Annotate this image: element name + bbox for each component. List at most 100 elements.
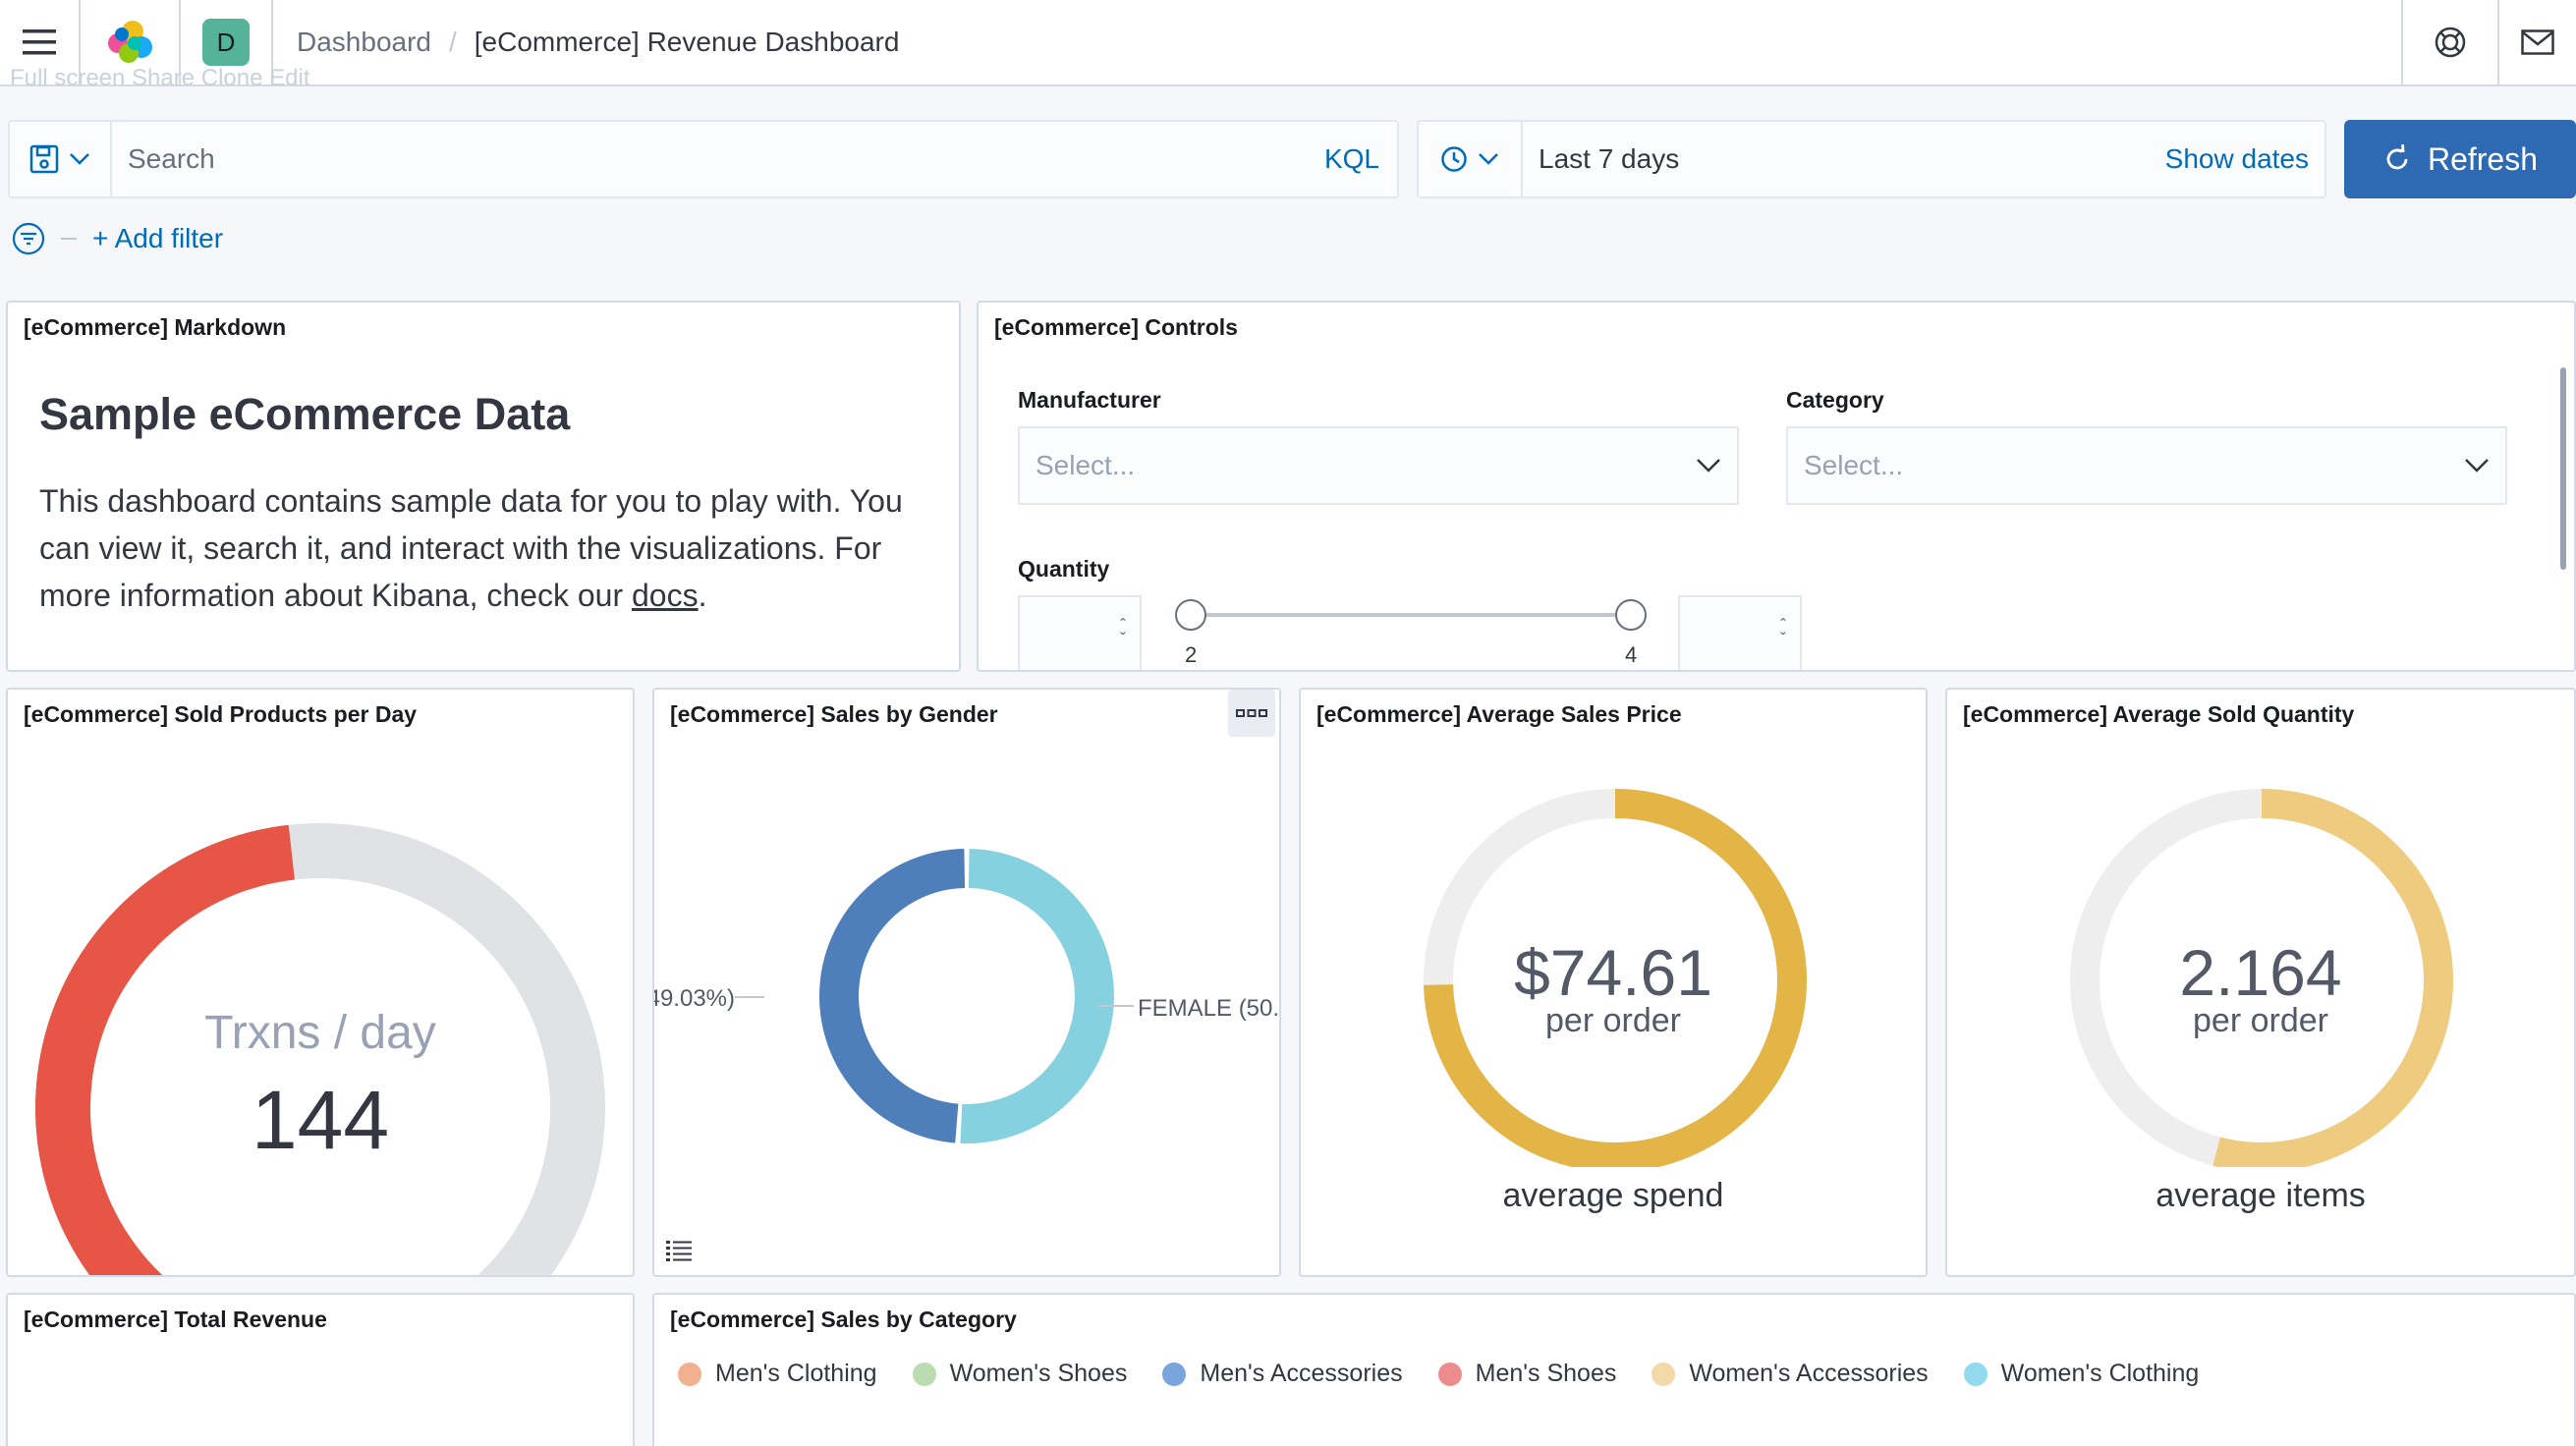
manufacturer-select[interactable]: Select...: [1018, 426, 1739, 505]
quick-select-button[interactable]: [1419, 122, 1523, 196]
chevron-down-icon: [1479, 153, 1498, 165]
slider-max-tick: 4: [1625, 642, 1638, 667]
legend-dot-icon: [912, 1362, 936, 1386]
breadcrumb-separator: /: [448, 27, 457, 57]
panel-scrollbar[interactable]: [2560, 367, 2566, 570]
panel-title: [eCommerce] Sales by Gender: [670, 701, 998, 727]
legend-item[interactable]: Women's Shoes: [912, 1360, 1128, 1388]
legend-item[interactable]: Men's Shoes: [1437, 1360, 1617, 1388]
legend-dot-icon: [1652, 1362, 1676, 1386]
hamburger-icon: [23, 29, 56, 55]
markdown-heading: Sample eCommerce Data: [39, 389, 571, 439]
newsfeed-button[interactable]: [2499, 0, 2576, 84]
avg-sales-price-panel: [eCommerce] Average Sales Price $74.61 p…: [1299, 688, 1928, 1277]
refresh-button[interactable]: Refresh: [2344, 120, 2576, 198]
help-button[interactable]: [2403, 0, 2497, 84]
legend-dot-icon: [1162, 1362, 1187, 1386]
panel-title: [eCommerce] Average Sold Quantity: [1963, 701, 2355, 727]
gauge-fill: [35, 824, 295, 1275]
legend-item[interactable]: Women's Accessories: [1652, 1360, 1929, 1388]
category-select[interactable]: Select...: [1786, 426, 2507, 505]
panel-title: [eCommerce] Sold Products per Day: [24, 701, 418, 727]
markdown-body: This dashboard contains sample data for …: [39, 477, 943, 619]
search-input[interactable]: [112, 122, 1307, 196]
markdown-panel: [eCommerce] Markdown Sample eCommerce Da…: [6, 301, 961, 672]
help-lifebuoy-icon: [2435, 27, 2466, 58]
chevron-down-icon: [1697, 459, 1720, 473]
ring-value: 2.164: [2179, 936, 2342, 1009]
show-dates-button[interactable]: Show dates: [2165, 143, 2324, 175]
chevron-down-icon: [70, 153, 89, 165]
legend-label: Men's Clothing: [715, 1360, 877, 1387]
legend-toggle-icon[interactable]: [666, 1240, 692, 1261]
legend-label: Women's Shoes: [949, 1360, 1128, 1387]
panel-title: [eCommerce] Sales by Category: [670, 1307, 1017, 1332]
markdown-text: This dashboard contains sample data for …: [39, 483, 903, 613]
sales-by-gender-panel: [eCommerce] Sales by Gender MALE (49.03%…: [652, 688, 1281, 1277]
gauge-value: 144: [251, 1074, 390, 1166]
quantity-min-input[interactable]: ˆˇ: [1018, 595, 1142, 670]
panel-options-button[interactable]: [1228, 690, 1275, 737]
total-revenue-panel: [eCommerce] Total Revenue: [6, 1293, 635, 1446]
sales-by-category-panel: [eCommerce] Sales by Category Men's Clot…: [652, 1293, 2576, 1446]
query-language-button[interactable]: KQL: [1307, 143, 1397, 175]
refresh-icon: [2386, 144, 2408, 170]
chevron-down-icon: [2465, 459, 2489, 473]
gauge-label: Trxns / day: [204, 1007, 436, 1059]
query-bar: KQL: [8, 120, 1399, 198]
sold-products-panel: [eCommerce] Sold Products per Day Trxns …: [6, 688, 635, 1277]
top-nav-menu[interactable]: Full screen Share Clone Edit: [10, 65, 309, 88]
quantity-label: Quantity: [1018, 556, 1110, 582]
date-picker: Last 7 days Show dates: [1417, 120, 2326, 198]
controls-panel: [eCommerce] Controls Manufacturer Select…: [977, 301, 2576, 672]
filter-divider: [61, 238, 77, 240]
breadcrumb-dashboard-link[interactable]: Dashboard: [297, 27, 431, 58]
mail-icon: [2521, 29, 2554, 55]
legend-item[interactable]: Men's Accessories: [1162, 1360, 1403, 1388]
quantity-max-input[interactable]: ˆˇ: [1678, 595, 1802, 670]
quantity-slider-min-handle[interactable]: [1175, 599, 1206, 631]
legend-item[interactable]: Men's Clothing: [678, 1360, 877, 1388]
ring-sub: per order: [2193, 1002, 2328, 1039]
ring-sub: per order: [1545, 1002, 1681, 1039]
legend-dot-icon: [1437, 1362, 1462, 1386]
space-avatar: D: [202, 19, 250, 66]
manufacturer-placeholder: Select...: [1036, 450, 1136, 480]
ring-caption: average spend: [1502, 1177, 1724, 1214]
avg-sold-quantity-panel: [eCommerce] Average Sold Quantity 2.164 …: [1945, 688, 2576, 1277]
female-slice[interactable]: [960, 849, 1114, 1143]
panel-title: [eCommerce] Average Sales Price: [1316, 701, 1682, 727]
breadcrumb: Dashboard / [eCommerce] Revenue Dashboar…: [297, 0, 899, 84]
save-icon: [29, 144, 59, 174]
markdown-end: .: [698, 578, 707, 613]
filter-bar: + Add filter: [12, 218, 223, 259]
filter-menu-icon[interactable]: [12, 222, 45, 255]
add-filter-button[interactable]: + Add filter: [92, 223, 223, 254]
gender-donut-chart: MALE (49.03%) FEMALE (50.97%): [654, 849, 1279, 1143]
date-range-text[interactable]: Last 7 days: [1523, 143, 2165, 175]
legend-item[interactable]: Women's Clothing: [1963, 1360, 2199, 1388]
saved-query-button[interactable]: [10, 122, 112, 196]
panel-title: [eCommerce] Controls: [994, 314, 1238, 340]
breadcrumb-current: [eCommerce] Revenue Dashboard: [474, 27, 900, 57]
category-label: Category: [1786, 387, 1884, 413]
elastic-logo-icon: [108, 21, 152, 63]
docs-link[interactable]: docs: [632, 578, 699, 613]
quantity-slider-max-handle[interactable]: [1615, 599, 1647, 631]
legend-label: Women's Accessories: [1689, 1360, 1929, 1387]
ring-caption: average items: [2156, 1177, 2366, 1214]
stepper-icon: ˆˇ: [1780, 616, 1786, 649]
ring-value: $74.61: [1514, 936, 1712, 1009]
male-slice[interactable]: [819, 849, 966, 1143]
quantity-slider-track[interactable]: [1193, 613, 1631, 617]
male-slice-label: MALE (49.03%): [654, 985, 735, 1012]
slider-min-tick: 2: [1185, 642, 1198, 667]
refresh-label: Refresh: [2427, 140, 2539, 177]
manufacturer-label: Manufacturer: [1018, 387, 1161, 413]
ellipsis-icon: [1236, 709, 1267, 717]
legend-label: Men's Accessories: [1200, 1360, 1403, 1387]
clock-icon: [1441, 146, 1467, 172]
stepper-icon: ˆˇ: [1120, 616, 1126, 649]
legend-label: Men's Shoes: [1475, 1360, 1617, 1387]
category-legend: Men's Clothing Women's Shoes Men's Acces…: [678, 1360, 2199, 1388]
